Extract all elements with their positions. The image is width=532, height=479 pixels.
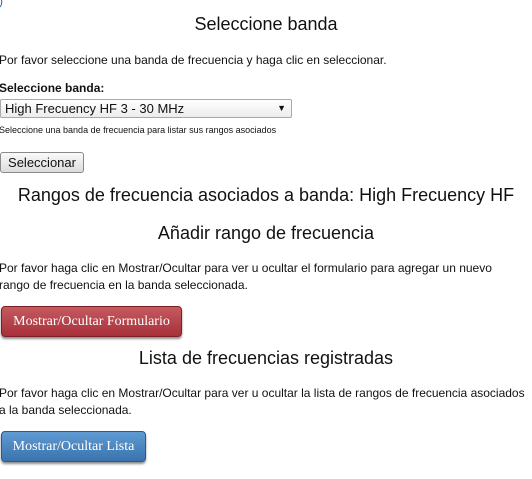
toggle-form-button[interactable]: Mostrar/Ocultar Formulario <box>1 306 182 337</box>
band-select[interactable]: High Frecuency HF 3 - 30 MHz ▼ <box>0 99 292 118</box>
add-range-instruction-line1: Por favor haga clic en Mostrar/Ocultar p… <box>0 261 492 275</box>
registered-list-instruction-line2: a la banda seleccionada. <box>0 403 132 417</box>
add-range-instruction-line2: rango de frecuencia en la banda seleccio… <box>0 278 248 292</box>
triangle-down-icon: ▼ <box>277 103 286 113</box>
toggle-list-button[interactable]: Mostrar/Ocultar Lista <box>1 431 146 462</box>
page: ) Seleccione banda Por favor seleccione … <box>0 0 532 479</box>
add-range-title: Añadir rango de frecuencia <box>157 223 375 243</box>
band-select-label: Seleccione banda: <box>0 81 105 95</box>
registered-list-title: Lista de frecuencias registradas <box>138 348 394 368</box>
select-band-instruction: Por favor seleccione una banda de frecue… <box>0 53 387 67</box>
partial-link-icon: ) <box>0 0 3 8</box>
ranges-heading: Rangos de frecuencia asociados a banda: … <box>17 185 515 205</box>
select-button[interactable]: Seleccionar <box>0 152 84 173</box>
band-select-value: High Frecuency HF 3 - 30 MHz <box>5 101 185 116</box>
select-band-title: Seleccione banda <box>194 14 338 34</box>
registered-list-instruction-line1: Por favor haga clic en Mostrar/Ocultar p… <box>0 386 525 400</box>
band-select-hint: Seleccione una banda de frecuencia para … <box>0 125 277 135</box>
